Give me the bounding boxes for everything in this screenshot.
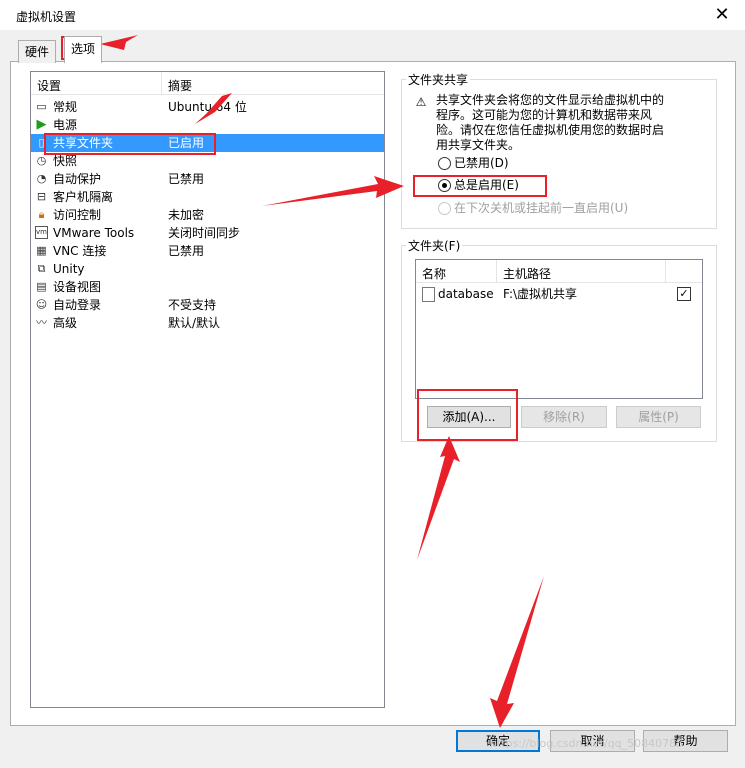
arrow-to-ok-button — [490, 576, 544, 728]
arrow-to-options-tab — [100, 35, 138, 50]
tab-options[interactable]: 选项 — [64, 36, 103, 63]
arrow-to-always-enabled — [262, 176, 404, 206]
annotation-arrows — [100, 35, 544, 728]
settings-dialog: 虚拟机设置 ✕ 硬件 选项 设置 摘要 ▭ 常规 Ubuntu 64 位 ▶ 电… — [0, 0, 745, 768]
arrow-to-shared-folders — [185, 93, 232, 133]
arrow-to-add-button — [417, 436, 460, 560]
